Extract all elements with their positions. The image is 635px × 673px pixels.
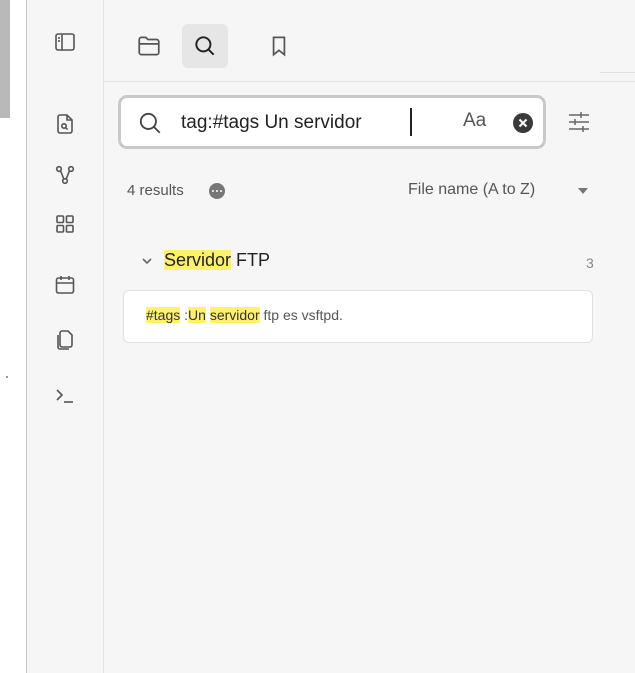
- command-palette-button[interactable]: [48, 378, 82, 412]
- match-highlight: Un: [188, 307, 206, 323]
- result-file-row[interactable]: Servidor FTP 3: [124, 248, 594, 278]
- match-snippet: #tags :Un servidor ftp es vsftpd.: [146, 307, 343, 323]
- templates-icon: [57, 330, 73, 350]
- match-text: :: [180, 307, 189, 323]
- sidebar-toggle-button[interactable]: [48, 25, 82, 59]
- close-icon: [518, 118, 528, 128]
- daily-note-button[interactable]: [48, 268, 82, 302]
- open-quick-switcher-icon: [57, 114, 73, 134]
- search-field-icon: [139, 112, 161, 134]
- window-edge-dot: [6, 376, 8, 378]
- clear-search-button[interactable]: [513, 113, 533, 133]
- results-count: 4 results: [127, 182, 184, 199]
- graph-view-button[interactable]: [48, 158, 82, 192]
- search-input[interactable]: [181, 108, 403, 138]
- tab-search[interactable]: [182, 24, 228, 68]
- bookmarks-icon: [272, 36, 286, 57]
- window-edge-shade: [0, 0, 10, 118]
- quick-switcher-button[interactable]: [48, 107, 82, 141]
- command-palette-icon: [56, 389, 73, 403]
- daily-note-icon: [55, 276, 75, 294]
- match-text: ftp es vsftpd.: [259, 307, 343, 323]
- tab-files[interactable]: [126, 24, 172, 68]
- sort-order-dropdown[interactable]: File name (A to Z): [408, 181, 535, 199]
- canvas-icon: [56, 215, 74, 233]
- templates-button[interactable]: [48, 322, 82, 356]
- search-match-item[interactable]: #tags :Un servidor ftp es vsftpd.: [123, 290, 593, 343]
- title-highlight: Servidor: [164, 250, 232, 270]
- text-caret: [410, 108, 412, 136]
- more-options-icon[interactable]: [209, 183, 225, 199]
- match-count: 3: [586, 255, 594, 271]
- search-icon: [195, 36, 215, 56]
- match-highlight: servidor: [209, 307, 260, 323]
- search-box: Aa: [118, 95, 546, 149]
- window-edge: [0, 0, 10, 673]
- left-ribbon: [27, 0, 104, 673]
- tab-bookmarks[interactable]: [256, 24, 302, 68]
- collapse-chevron-icon[interactable]: [140, 254, 154, 268]
- match-case-toggle[interactable]: Aa: [463, 110, 486, 132]
- title-rest: FTP: [231, 250, 271, 270]
- search-settings-icon[interactable]: [564, 107, 594, 137]
- window-divider: [600, 72, 635, 73]
- canvas-button[interactable]: [48, 207, 82, 241]
- sidebar-toggle-icon: [55, 33, 75, 51]
- chevron-down-icon[interactable]: [578, 188, 588, 194]
- tab-bar-divider: [104, 81, 635, 82]
- sidebar-tab-bar: [104, 0, 635, 82]
- graph-view-icon: [55, 165, 75, 185]
- search-pane: Aa 4 results File name (A to Z) Servidor…: [104, 0, 635, 673]
- result-file-title[interactable]: Servidor FTP: [164, 250, 270, 271]
- match-highlight: #tags: [146, 307, 181, 323]
- files-icon: [138, 36, 160, 56]
